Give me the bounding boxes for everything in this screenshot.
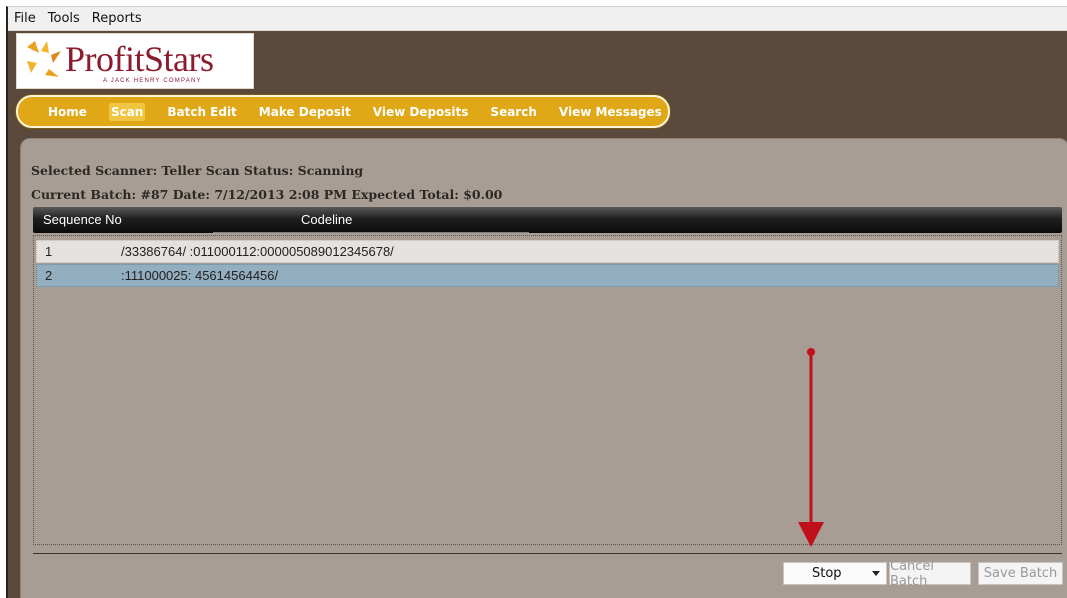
save-batch-button[interactable]: Save Batch xyxy=(978,562,1063,585)
star-logo-icon xyxy=(27,41,61,77)
nav-view-deposits[interactable]: View Deposits xyxy=(373,105,469,119)
cell-codeline: :111000025: 45614564456/ xyxy=(121,268,279,283)
app-window: File Tools Reports ProfitStars A JACK HE… xyxy=(6,6,1067,598)
cell-codeline: /33386764/ :011000112:000005089012345678… xyxy=(121,244,394,259)
column-header-codeline[interactable]: Codeline xyxy=(301,212,352,227)
header-divider xyxy=(213,232,529,233)
nav-scan[interactable]: Scan xyxy=(108,102,146,121)
table-row-selected[interactable]: 2 :111000025: 45614564456/ xyxy=(36,264,1059,287)
scan-mode-select[interactable]: Stop xyxy=(783,562,887,585)
action-divider xyxy=(33,553,1062,554)
nav-view-messages[interactable]: View Messages xyxy=(559,105,662,119)
logo-wordmark: ProfitStars xyxy=(65,39,214,79)
scan-panel: Selected Scanner: Teller Scan Status: Sc… xyxy=(20,138,1067,598)
main-nav: Home Scan Batch Edit Make Deposit View D… xyxy=(16,95,670,128)
items-grid[interactable]: 1 /33386764/ :011000112:0000050890123456… xyxy=(33,235,1062,545)
nav-batch-edit[interactable]: Batch Edit xyxy=(167,105,236,119)
scan-mode-value: Stop xyxy=(812,566,842,581)
table-row[interactable]: 1 /33386764/ :011000112:0000050890123456… xyxy=(36,240,1059,263)
logo-tagline: A JACK HENRY COMPANY xyxy=(103,78,202,84)
scanner-status: Selected Scanner: Teller Scan Status: Sc… xyxy=(31,163,364,178)
menu-file[interactable]: File xyxy=(14,11,36,26)
cell-sequence: 2 xyxy=(45,268,53,283)
nav-make-deposit[interactable]: Make Deposit xyxy=(259,105,351,119)
chevron-down-icon xyxy=(872,571,880,576)
menu-bar: File Tools Reports xyxy=(8,7,1067,31)
menu-reports[interactable]: Reports xyxy=(92,11,142,26)
column-header-sequence[interactable]: Sequence No xyxy=(43,212,122,227)
cancel-batch-button[interactable]: Cancel Batch xyxy=(889,559,971,589)
nav-search[interactable]: Search xyxy=(490,105,536,119)
nav-home[interactable]: Home xyxy=(48,105,87,119)
grid-header: Sequence No Codeline xyxy=(33,207,1062,233)
batch-info: Current Batch: #87 Date: 7/12/2013 2:08 … xyxy=(31,187,503,202)
cell-sequence: 1 xyxy=(45,244,53,259)
profitstars-logo: ProfitStars A JACK HENRY COMPANY xyxy=(16,33,254,89)
menu-tools[interactable]: Tools xyxy=(48,11,80,26)
nav-scan-label: Scan xyxy=(108,102,146,121)
